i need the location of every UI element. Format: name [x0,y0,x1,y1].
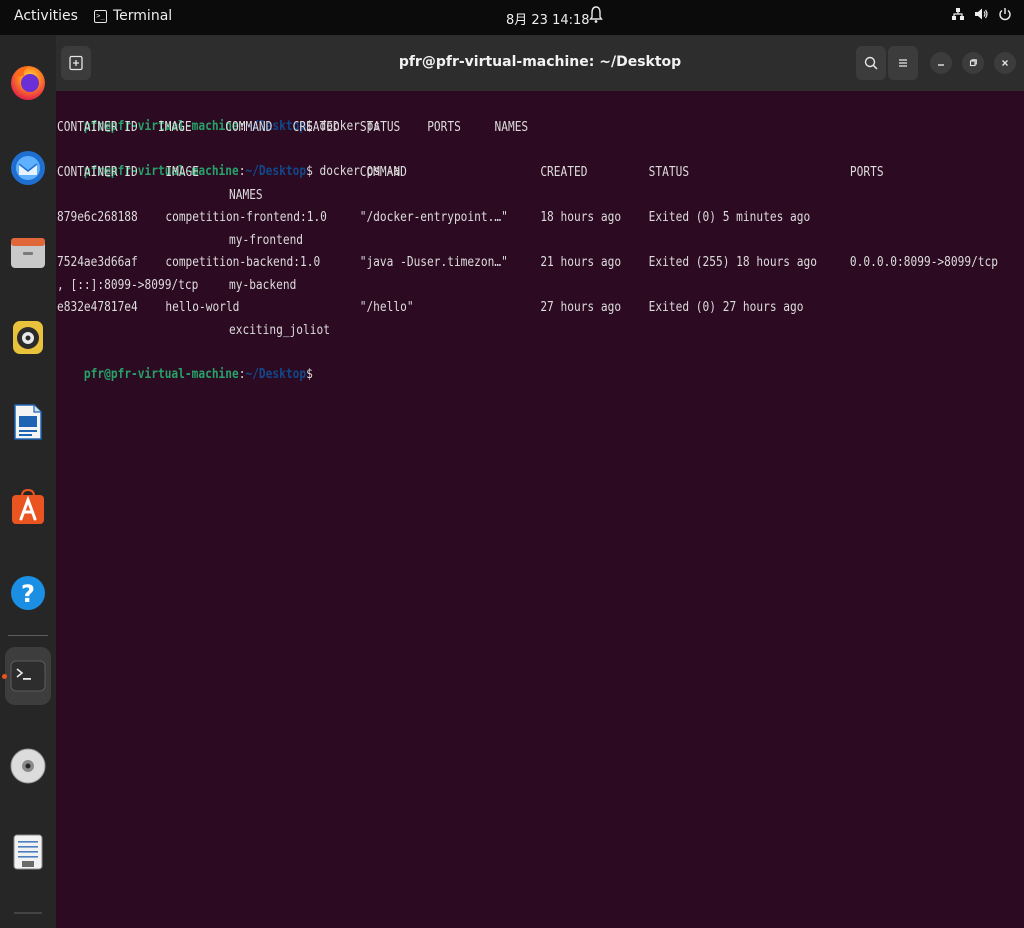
command-cell: "java -Duser.timezon…" [359,255,508,270]
terminal-header-bar: pfr@pfr-virtual-machine: ~/Desktop [56,35,1024,91]
disc-icon [10,748,46,784]
network-icon [951,7,965,25]
container-id-cell: 7524ae3d66af [57,255,138,270]
column-header: COMMAND [359,165,407,180]
table-row: 7524ae3d66af competition-backend:1.0 "ja… [57,252,1020,274]
table-row-wrap: , [::]:8099->8099/tcp my-backend [57,275,296,297]
show-apps-hint[interactable] [14,912,42,914]
prompt-line: pfr@pfr-virtual-machine:~/Desktop$ docke… [57,139,400,179]
dock-item-firefox[interactable] [5,53,51,111]
table-row: e832e47817e4 hello-world "/hello" 27 hou… [57,297,1020,319]
created-cell: 21 hours ago [540,255,622,270]
firefox-icon [11,66,45,100]
table-row: 879e6c268188 competition-frontend:1.0 "/… [57,207,1020,229]
minimize-icon [938,64,944,66]
volume-icon [974,7,989,25]
dock-item-disc[interactable] [5,737,51,795]
running-indicator [2,674,7,679]
restore-icon [969,59,977,67]
power-icon [998,7,1012,25]
software-store-icon [12,488,44,524]
dock-item-terminal[interactable] [2,647,51,705]
prompt-user: pfr@pfr-virtual-machine [83,367,239,382]
dock-item-rhythmbox[interactable] [5,308,51,366]
maximize-button[interactable] [962,52,984,74]
status-cell: Exited (255) 18 hours ago [648,255,817,270]
app-menu[interactable]: >_ Terminal [94,8,172,24]
search-icon [864,56,878,70]
svg-text:?: ? [21,580,35,608]
created-cell: 27 hours ago [540,300,622,315]
dock-item-help[interactable]: ? [5,563,51,621]
status-cell: Exited (0) 27 hours ago [648,300,804,315]
thunderbird-icon [11,151,45,185]
files-icon [11,238,45,268]
column-header: CONTAINER ID [57,165,138,180]
terminal-app-icon: >_ [94,9,107,23]
column-header: CREATED [540,165,588,180]
close-icon [1002,60,1008,66]
table-header-wrap: NAMES [57,185,263,207]
status-cell: Exited (0) 5 minutes ago [648,210,811,225]
system-menu[interactable] [951,7,1012,25]
prompt-line: pfr@pfr-virtual-machine:~/Desktop$ [57,342,320,382]
dock-item-files[interactable] [5,223,51,281]
app-menu-label: Terminal [113,8,173,24]
terminal-output[interactable]: pfr@pfr-virtual-machine:~/Desktop$ docke… [56,91,1024,928]
menu-button[interactable] [888,46,918,80]
prompt-path: ~/Desktop [245,367,307,382]
top-bar: Activities >_ Terminal 8月 23 14:18 [0,0,1024,35]
names-cell: my-frontend [229,233,304,248]
ports-cell-cont: , [::]:8099->8099/tcp [57,278,199,293]
column-header: PORTS [849,165,884,180]
names-cell: my-backend [229,278,297,293]
column-header: IMAGE [165,165,200,180]
command-cell: "/hello" [359,300,414,315]
activities-button[interactable]: Activities [14,8,78,24]
dock-item-text-editor[interactable] [5,823,51,881]
ports-cell: 0.0.0.0:8099->8099/tcp [849,255,999,270]
column-header: STATUS [648,165,690,180]
column-header: NAMES [229,188,263,203]
clock[interactable]: 8月 23 14:18 [506,9,590,28]
table-row-wrap: exciting_joliot [57,320,330,342]
text-editor-icon [13,834,43,870]
names-cell: exciting_joliot [229,323,330,338]
search-button[interactable] [856,46,886,80]
container-id-cell: 879e6c268188 [57,210,138,225]
table-row-wrap: my-frontend [57,230,303,252]
speaker-icon [13,321,43,354]
dock-separator [8,635,48,636]
command-cell: "/docker-entrypoint.…" [359,210,508,225]
prompt-line: pfr@pfr-virtual-machine:~/Desktop$ docke… [57,94,380,134]
dock: ? [0,35,56,928]
dock-item-software[interactable] [5,478,51,536]
created-cell: 18 hours ago [540,210,622,225]
container-id-cell: e832e47817e4 [57,300,138,315]
dock-item-thunderbird[interactable] [5,138,51,196]
minimize-button[interactable] [930,52,952,74]
alarm-clock-icon[interactable] [589,5,603,29]
document-icon [14,404,42,440]
hamburger-icon [899,59,907,67]
table-header: CONTAINER ID IMAGE COMMAND CREATED STATU… [57,162,1020,184]
dock-item-writer[interactable] [5,393,51,451]
image-cell: hello-world [165,300,240,315]
image-cell: competition-backend:1.0 [165,255,321,270]
output-line: CONTAINER ID IMAGE COMMAND CREATED STATU… [57,120,529,135]
prompt-dollar: $ [306,367,313,382]
terminal-icon [10,660,46,692]
help-icon: ? [11,576,45,610]
close-button[interactable] [994,52,1016,74]
image-cell: competition-frontend:1.0 [165,210,327,225]
